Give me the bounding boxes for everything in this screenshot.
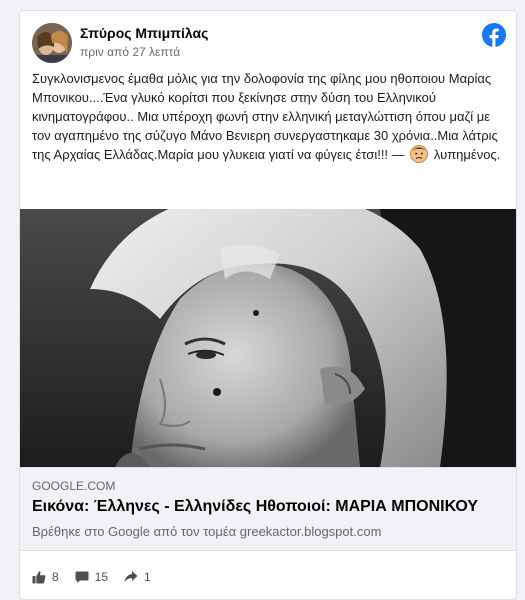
comment-count[interactable]: 15 [75, 570, 108, 584]
share-icon [124, 571, 138, 583]
comment-icon [75, 571, 89, 583]
like-count-value: 8 [52, 570, 59, 584]
post-card: Σπύρος Μπιμπίλας πριν από 27 λεπτά Συγκλ… [19, 10, 517, 600]
avatar[interactable] [32, 23, 72, 63]
post-photo[interactable] [20, 209, 516, 467]
author-name[interactable]: Σπύρος Μπιμπίλας [80, 25, 208, 41]
post-stats: 8 15 1 [32, 567, 167, 587]
link-domain: GOOGLE.COM [32, 479, 116, 493]
feeling-label: λυπημένος. [433, 147, 501, 162]
post-timestamp[interactable]: πριν από 27 λεπτά [80, 45, 180, 59]
share-count-value: 1 [144, 570, 151, 584]
link-title[interactable]: Εικόνα: Έλληνες - Ελληνίδες Ηθοποιοί: ΜΑ… [32, 498, 478, 516]
facebook-logo-icon[interactable] [482, 23, 506, 47]
share-count[interactable]: 1 [124, 570, 151, 584]
link-description: Βρέθηκε στο Google από τον τομέα greekac… [32, 524, 382, 539]
sad-face-emoji-icon [410, 145, 429, 163]
like-count[interactable]: 8 [32, 570, 59, 584]
comment-count-value: 15 [94, 570, 109, 584]
thumbs-up-icon [32, 571, 46, 584]
post-text: Συγκλονισμενος έμαθα μόλις για την δολοφ… [32, 69, 502, 164]
link-preview[interactable]: GOOGLE.COM Εικόνα: Έλληνες - Ελληνίδες Η… [20, 467, 516, 551]
